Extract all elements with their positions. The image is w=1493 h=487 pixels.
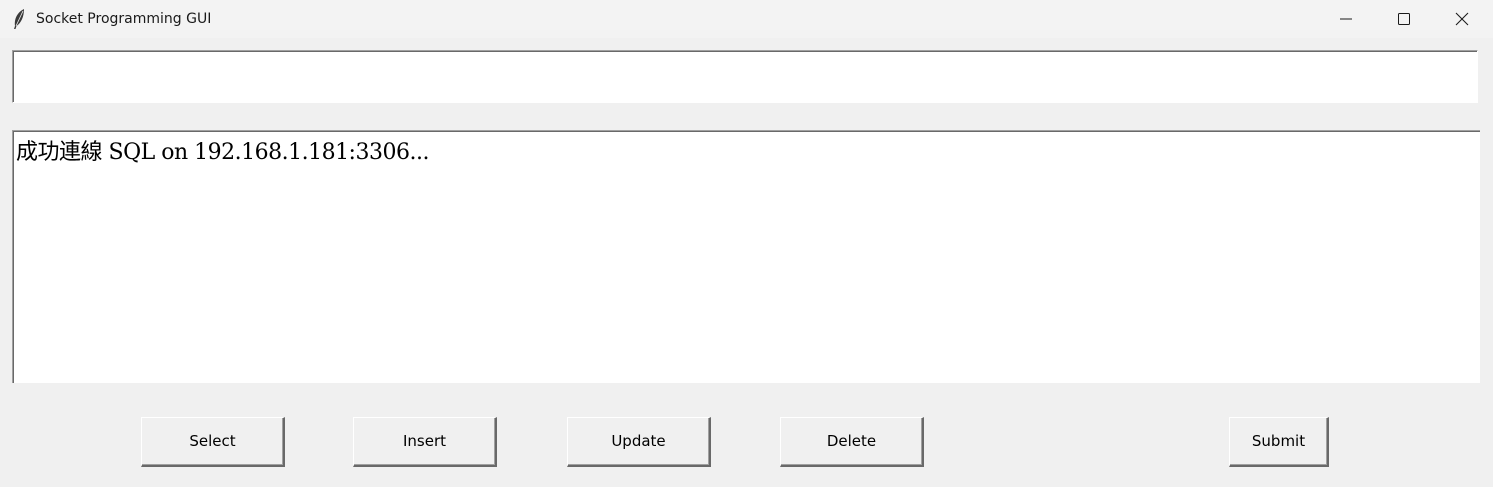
update-button[interactable]: Update: [567, 417, 711, 467]
minimize-icon: [1340, 18, 1352, 20]
app-window: Socket Programming GUI 成功連線 SQL on 192.1…: [0, 0, 1493, 487]
command-input[interactable]: [12, 50, 1478, 103]
feather-icon: [12, 8, 26, 30]
output-text-area[interactable]: 成功連線 SQL on 192.168.1.181:3306...: [12, 130, 1480, 383]
maximize-button[interactable]: [1375, 0, 1433, 38]
minimize-button[interactable]: [1317, 0, 1375, 38]
maximize-icon: [1398, 13, 1410, 25]
window-title: Socket Programming GUI: [36, 11, 212, 27]
select-button[interactable]: Select: [141, 417, 285, 467]
insert-button[interactable]: Insert: [353, 417, 497, 467]
close-icon: [1455, 12, 1469, 26]
output-line: 成功連線 SQL on 192.168.1.181:3306...: [16, 140, 429, 165]
submit-button[interactable]: Submit: [1229, 417, 1329, 467]
delete-button[interactable]: Delete: [780, 417, 924, 467]
close-button[interactable]: [1433, 0, 1491, 38]
title-bar[interactable]: Socket Programming GUI: [0, 0, 1493, 38]
